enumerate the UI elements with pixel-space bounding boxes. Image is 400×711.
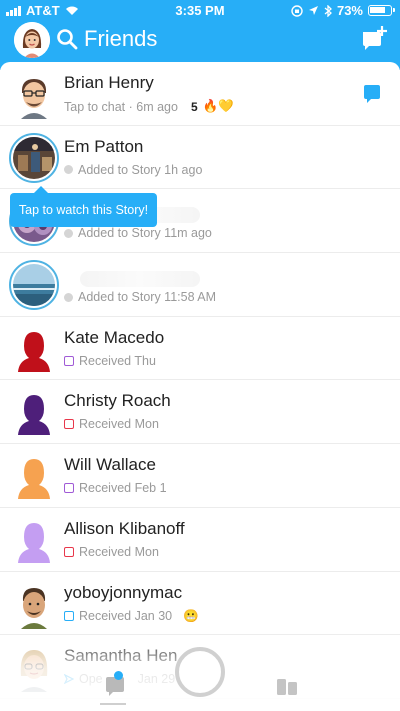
unread-dot xyxy=(114,671,123,680)
received-snap-icon xyxy=(64,483,74,494)
blurred-name xyxy=(80,271,200,288)
story-dot-icon xyxy=(64,165,73,175)
nav-active-indicator xyxy=(100,703,126,705)
status-text: Received Mon xyxy=(79,417,159,432)
status-text: Added to Story 11:58 AM xyxy=(78,290,217,305)
status-text: Received Feb 1 xyxy=(79,481,167,496)
story-dot-icon xyxy=(64,228,73,238)
default-avatar xyxy=(9,451,59,501)
friend-name: Allison Klibanoff xyxy=(64,518,185,538)
friend-row-em-patton[interactable]: Em Patton Added to Story 1h ago xyxy=(0,126,400,190)
friend-row-story-3[interactable]: Added to Story 11:58 AM xyxy=(0,253,400,317)
battery-percent: 73% xyxy=(336,3,363,18)
friend-name: Em Patton xyxy=(64,136,144,156)
status-text: Received Jan 30 xyxy=(79,609,173,623)
friend-row-brian-henry[interactable]: Brian Henry Tap to chat · 6m ago 5 🔥💛 xyxy=(0,62,400,126)
chat-nav-icon[interactable] xyxy=(104,676,126,698)
battery-icon xyxy=(368,5,395,16)
story-avatar[interactable] xyxy=(9,132,59,183)
discover-nav-icon[interactable] xyxy=(276,677,298,697)
friend-emoji: 😬 xyxy=(183,608,199,623)
received-snap-icon xyxy=(64,355,74,366)
bitmoji-avatar xyxy=(9,579,59,629)
friends-list: Brian Henry Tap to chat · 6m ago 5 🔥💛 Em… xyxy=(0,62,400,699)
friend-status: Received Mon xyxy=(64,417,159,431)
orientation-lock-icon xyxy=(291,4,303,17)
status-text: Tap to chat · 6m ago xyxy=(64,99,178,114)
status-text: Added to Story 1h ago xyxy=(78,162,203,177)
friend-row-will-wallace[interactable]: Will Wallace Received Feb 1 xyxy=(0,444,400,508)
friend-row-kate-macedo[interactable]: Kate Macedo Received Thu xyxy=(0,317,400,381)
friend-status: Received Jan 30 😬 xyxy=(64,609,199,624)
search-icon[interactable] xyxy=(56,28,78,50)
camera-capture-button[interactable] xyxy=(175,647,225,697)
friend-status: Added to Story 11m ago xyxy=(64,226,212,240)
default-avatar xyxy=(9,387,59,437)
story-tooltip[interactable]: Tap to watch this Story! xyxy=(10,186,157,227)
received-chat-icon xyxy=(64,611,74,621)
bitmoji-avatar xyxy=(9,69,59,119)
story-dot-icon xyxy=(64,292,73,302)
streak-count: 5 xyxy=(190,99,198,114)
friend-row-allison-klibanoff[interactable]: Allison Klibanoff Received Mon xyxy=(0,508,400,572)
default-avatar xyxy=(9,324,59,374)
friend-status: Added to Story 11:58 AM xyxy=(64,290,216,304)
friend-name: Will Wallace xyxy=(64,455,156,475)
bluetooth-icon xyxy=(324,4,332,17)
friend-name: Brian Henry xyxy=(64,73,154,92)
friend-status: Received Thu xyxy=(64,354,156,368)
friend-name: Christy Roach xyxy=(64,391,171,411)
friend-row-yoboyjonnymac[interactable]: yoboyjonnymac Received Jan 30 😬 xyxy=(0,572,400,636)
friend-name: Kate Macedo xyxy=(64,327,165,347)
new-chat-icon[interactable] xyxy=(360,24,388,52)
friend-status: Received Mon xyxy=(64,545,159,559)
friend-row-christy-roach[interactable]: Christy Roach Received Mon xyxy=(0,380,400,445)
received-snap-icon xyxy=(64,419,74,430)
friend-status: Added to Story 1h ago xyxy=(64,163,202,177)
friend-status: Received Feb 1 xyxy=(64,481,167,495)
status-bar: AT&T 3:35 PM 73% xyxy=(0,0,400,20)
status-text: Received Thu xyxy=(79,353,156,368)
my-bitmoji-avatar[interactable] xyxy=(14,22,50,58)
received-snap-icon xyxy=(64,546,74,557)
header-bar: AT&T 3:35 PM 73% Friends xyxy=(0,0,400,70)
page-title[interactable]: Friends xyxy=(84,26,157,52)
bottom-nav xyxy=(0,642,400,711)
story-avatar[interactable] xyxy=(9,260,59,311)
status-text: Added to Story 11m ago xyxy=(78,226,212,241)
friend-status: Tap to chat · 6m ago 5 🔥💛 xyxy=(64,99,234,114)
location-icon xyxy=(308,6,318,15)
default-avatar xyxy=(9,515,59,565)
streak-emoji: 🔥💛 xyxy=(202,99,234,113)
status-text: Received Mon xyxy=(79,544,159,559)
friend-name: yoboyjonnymac xyxy=(64,582,183,602)
chat-bubble-icon[interactable] xyxy=(362,84,382,104)
